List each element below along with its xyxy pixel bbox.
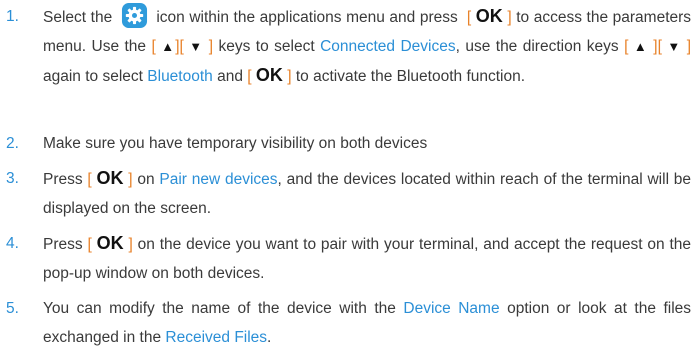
up-arrow-icon: ▲ <box>161 39 176 54</box>
step-number: 1. <box>6 8 19 25</box>
close-bracket: ] <box>128 236 133 253</box>
text-run: , use the direction keys <box>455 38 619 55</box>
step-text: Select the icon within the applications … <box>43 2 691 91</box>
connected-devices-link: Connected Devices <box>320 38 456 55</box>
text-run: Make sure you have temporary visibility … <box>43 135 428 152</box>
text-run: . <box>267 329 272 346</box>
text-run: on <box>137 171 155 188</box>
step-number: 2. <box>6 135 19 152</box>
down-arrow-icon: ▼ <box>667 39 682 54</box>
step-text: Make sure you have temporary visibility … <box>43 129 691 158</box>
open-bracket: [ <box>466 9 472 26</box>
close-bracket: ] <box>208 38 214 55</box>
close-bracket: ] <box>287 68 292 85</box>
text-run: to activate the Bluetooth function. <box>295 68 526 85</box>
open-bracket: [ <box>179 38 184 55</box>
ok-key-label: OK <box>96 233 124 253</box>
text-run: keys to select <box>218 38 315 55</box>
step-text: Press [ OK ] on the device you want to p… <box>43 229 691 288</box>
close-bracket: ] <box>128 171 133 188</box>
text-run: You can modify the name of the device wi… <box>43 300 396 317</box>
bluetooth-link: Bluetooth <box>147 68 213 85</box>
ok-key-label: OK <box>475 6 503 26</box>
text-run: icon within the applications menu and pr… <box>156 9 458 26</box>
device-name-link: Device Name <box>403 300 500 317</box>
step-number: 4. <box>6 235 19 252</box>
open-bracket: [ <box>247 68 252 85</box>
pair-new-devices-link: Pair new devices <box>159 171 278 188</box>
step-text: Press [ OK ] on Pair new devices, and th… <box>43 164 691 223</box>
open-bracket: [ <box>87 236 92 253</box>
text-run: Press <box>43 236 83 253</box>
close-bracket: ] <box>686 38 692 55</box>
text-run: again to select <box>43 68 143 85</box>
step-number: 5. <box>6 300 19 317</box>
instruction-page: 1. Select the icon within the applicatio… <box>0 0 697 352</box>
settings-gear-icon <box>121 2 147 29</box>
text-run: Press <box>43 171 83 188</box>
text-run: and <box>217 68 243 85</box>
step-text: You can modify the name of the device wi… <box>43 294 691 352</box>
open-bracket: [ <box>657 38 662 55</box>
open-bracket: [ <box>151 38 156 55</box>
up-arrow-icon: ▲ <box>633 39 648 54</box>
step-number: 3. <box>6 170 19 187</box>
ok-key-label: OK <box>255 65 283 85</box>
open-bracket: [ <box>87 171 92 188</box>
down-arrow-icon: ▼ <box>189 39 204 54</box>
received-files-link: Received Files <box>165 329 268 346</box>
close-bracket: ] <box>507 9 512 26</box>
text-run: on the device you want to pair with your… <box>43 236 691 282</box>
text-run: Select the <box>43 9 113 26</box>
ok-key-label: OK <box>96 168 124 188</box>
open-bracket: [ <box>624 38 629 55</box>
